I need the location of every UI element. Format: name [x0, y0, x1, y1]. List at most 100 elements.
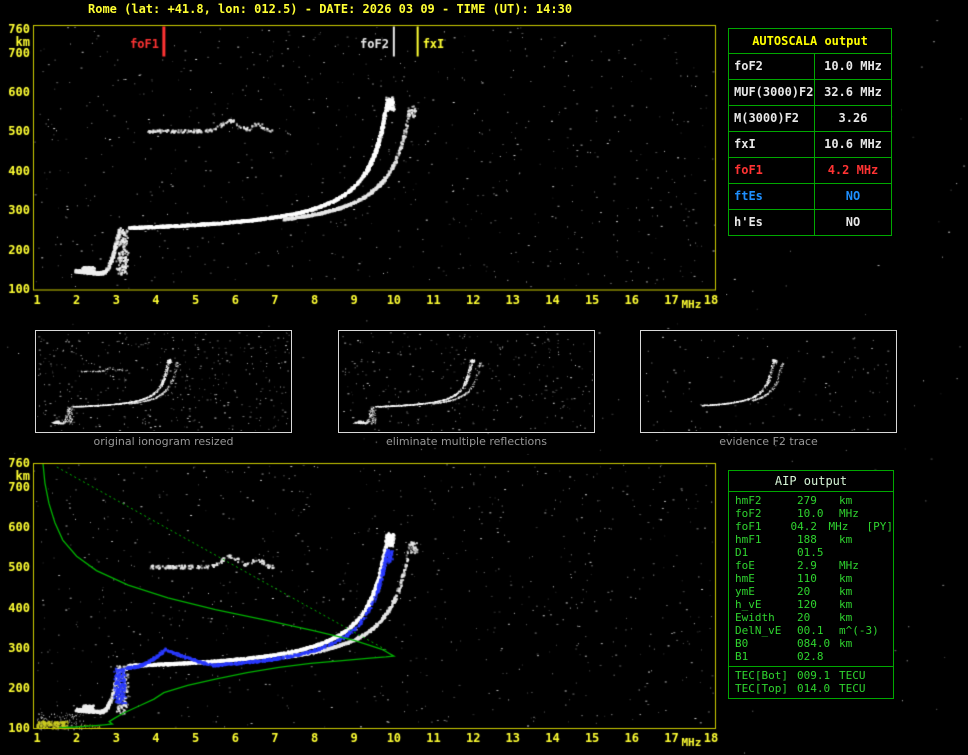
aip-panel-title: AIP output	[729, 471, 893, 492]
param-value: 01.5	[797, 546, 824, 559]
param-value: 04.2	[790, 520, 817, 533]
thumbnail-caption-eliminate: eliminate multiple reflections	[386, 435, 547, 448]
table-row: hmF1 188 km	[729, 533, 893, 546]
param-unit: m^(-3)	[839, 624, 879, 637]
param-name: foF2	[735, 507, 762, 520]
param-value: 120	[797, 598, 817, 611]
param-name: foE	[735, 559, 755, 572]
param-name: hmF2	[735, 494, 762, 507]
table-row: h_vE 120 km	[729, 598, 893, 611]
param-unit: km	[839, 533, 853, 546]
param-name: TEC[Top]	[735, 682, 788, 695]
thumbnail-caption-original: original ionogram resized	[93, 435, 234, 448]
param-value: 10.6 MHz	[824, 137, 882, 151]
param-name: h_vE	[735, 598, 762, 611]
table-row: B1 02.8	[729, 650, 893, 663]
table-row: hmF2 279 km	[729, 494, 893, 507]
param-name: hmF1	[735, 533, 762, 546]
autoscala-window: Rome (lat: +41.8, lon: 012.5) - DATE: 20…	[0, 0, 968, 755]
param-unit: km	[839, 611, 853, 624]
thumbnail-evidence-f2	[640, 330, 897, 433]
param-name: h'Es	[729, 210, 815, 235]
param-unit: km	[839, 598, 853, 611]
param-value: 188	[797, 533, 817, 546]
table-row: h'Es NO	[729, 210, 891, 235]
table-row: ymE 20 km	[729, 585, 893, 598]
param-value: 2.9	[797, 559, 817, 572]
param-name: foF2	[729, 54, 815, 79]
param-value: 02.8	[797, 650, 824, 663]
param-unit: km	[839, 572, 853, 585]
table-row: D1 01.5	[729, 546, 893, 559]
thumbnail-original-ionogram	[35, 330, 292, 433]
thumbnail-eliminate-canvas	[340, 332, 593, 431]
param-value: NO	[845, 215, 861, 229]
thumbnail-eliminate-reflections	[338, 330, 595, 433]
param-unit: TECU	[839, 669, 866, 682]
param-name: B0	[735, 637, 749, 650]
table-row: ftEs NO	[729, 184, 891, 210]
table-row: foF2 10.0 MHz	[729, 507, 893, 520]
table-row: TEC[Top] 014.0 TECU	[729, 682, 893, 695]
param-name: ymE	[735, 585, 755, 598]
table-row: M(3000)F2 3.26	[729, 106, 891, 132]
param-name: ftEs	[729, 184, 815, 209]
param-value: 014.0	[797, 682, 831, 695]
param-unit: km	[839, 637, 853, 650]
param-value: 20	[797, 611, 811, 624]
param-unit: km	[839, 494, 853, 507]
thumbnail-original-canvas	[37, 332, 290, 431]
param-name: B1	[735, 650, 749, 663]
table-row: foF2 10.0 MHz	[729, 54, 891, 80]
param-name: fxI	[729, 132, 815, 157]
table-row: foF1 04.2 MHz [PY]	[729, 520, 893, 533]
param-name: D1	[735, 546, 749, 559]
param-name: DelN_vE	[735, 624, 782, 637]
table-row: hmE 110 km	[729, 572, 893, 585]
param-value: 110	[797, 572, 817, 585]
param-value: 3.26	[838, 111, 868, 125]
param-value: 32.6 MHz	[824, 85, 882, 99]
table-row: TEC[Bot] 009.1 TECU	[729, 669, 893, 682]
thumbnail-evidence-canvas	[642, 332, 895, 431]
param-value: 279	[797, 494, 817, 507]
thumbnail-caption-evidence: evidence F2 trace	[719, 435, 818, 448]
param-value: 009.1	[797, 669, 831, 682]
autoscala-panel-title: AUTOSCALA output	[729, 29, 891, 54]
param-value: 10.0	[797, 507, 824, 520]
param-value: NO	[845, 189, 861, 203]
param-unit: km	[839, 585, 853, 598]
param-value: 084.0	[797, 637, 831, 650]
param-name: M(3000)F2	[729, 106, 815, 131]
table-row: DelN_vE 00.1 m^(-3)	[729, 624, 893, 637]
param-note: [PY]	[866, 520, 893, 533]
param-name: foF1	[735, 520, 762, 533]
top-ionogram-plot	[0, 16, 726, 316]
param-name: MUF(3000)F2	[729, 80, 815, 105]
param-unit: MHz	[828, 520, 849, 533]
param-name: TEC[Bot]	[735, 669, 788, 682]
table-row: fxI 10.6 MHz	[729, 132, 891, 158]
param-unit: TECU	[839, 682, 866, 695]
bottom-profile-plot	[0, 455, 726, 755]
table-row: Ewidth 20 km	[729, 611, 893, 624]
table-row: MUF(3000)F2 32.6 MHz	[729, 80, 891, 106]
table-row: foF1 4.2 MHz	[729, 158, 891, 184]
param-unit: MHz	[839, 507, 859, 520]
param-name: hmE	[735, 572, 755, 585]
param-unit: MHz	[839, 559, 859, 572]
param-name: Ewidth	[735, 611, 775, 624]
aip-output-panel: AIP output hmF2 279 km foF2 10.0 MHz foF1 04.2 M…	[728, 470, 894, 699]
window-title: Rome (lat: +41.8, lon: 012.5) - DATE: 20…	[88, 2, 573, 16]
param-value: 4.2 MHz	[827, 163, 879, 177]
autoscala-rows: foF2 10.0 MHz MUF(3000)F2 32.6 MHz M(3000)F2…	[729, 54, 891, 235]
autoscala-output-panel: AUTOSCALA output foF2 10.0 MHz MUF(3000)F2…	[728, 28, 892, 236]
param-unit	[835, 650, 877, 663]
param-value: 10.0 MHz	[824, 59, 882, 73]
param-value: 20	[797, 585, 811, 598]
param-name: foF1	[729, 158, 815, 183]
table-row: foE 2.9 MHz	[729, 559, 893, 572]
aip-tec-rows: TEC[Bot] 009.1 TECU TEC[Top] 014.0 TECU	[729, 666, 893, 695]
aip-rows: hmF2 279 km foF2 10.0 MHz foF1 04.2 MHz [PY] hmF1 1…	[729, 494, 893, 663]
param-unit	[835, 546, 877, 559]
